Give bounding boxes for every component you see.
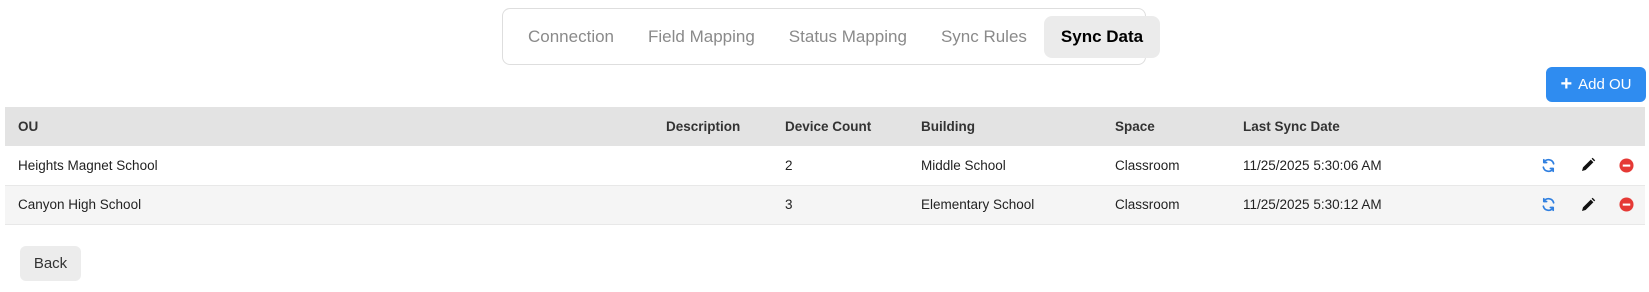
tab-sync-rules[interactable]: Sync Rules (924, 16, 1044, 58)
edit-pencil-icon[interactable] (1578, 155, 1598, 175)
row-actions (1523, 146, 1645, 185)
cell-space: Classroom (1115, 157, 1180, 173)
cell-description (666, 185, 785, 224)
column-header-building[interactable]: Building (921, 107, 1115, 146)
cell-building: Elementary School (921, 197, 1035, 212)
add-ou-button[interactable]: + Add OU (1546, 67, 1646, 102)
table-row: Canyon High School 3 Elementary School C… (5, 185, 1645, 224)
column-header-ou[interactable]: OU (5, 107, 666, 146)
column-header-space[interactable]: Space (1115, 107, 1243, 146)
column-header-device-count[interactable]: Device Count (785, 107, 921, 146)
cell-last-sync-date: 11/25/2025 5:30:12 AM (1243, 197, 1382, 212)
table-header-row: OU Description Device Count Building Spa… (5, 107, 1645, 146)
sync-icon[interactable] (1538, 195, 1558, 215)
tab-bar: Connection Field Mapping Status Mapping … (502, 8, 1161, 65)
table-row: Heights Magnet School 2 Middle School Cl… (5, 146, 1645, 185)
tab-status-mapping[interactable]: Status Mapping (772, 16, 924, 58)
cell-device-count: 2 (785, 157, 793, 173)
tab-field-mapping[interactable]: Field Mapping (631, 16, 772, 58)
column-header-actions (1523, 107, 1645, 146)
sync-icon[interactable] (1538, 155, 1558, 175)
cell-device-count: 3 (785, 197, 793, 212)
tab-connection[interactable]: Connection (511, 16, 631, 58)
column-header-description[interactable]: Description (666, 107, 785, 146)
remove-icon[interactable] (1617, 155, 1637, 175)
cell-ou: Heights Magnet School (18, 157, 158, 173)
cell-space: Classroom (1115, 197, 1180, 212)
add-ou-label: Add OU (1578, 76, 1632, 93)
row-actions (1523, 185, 1645, 224)
plus-icon: + (1560, 72, 1573, 95)
cell-ou: Canyon High School (18, 197, 142, 212)
tab-sync-data[interactable]: Sync Data (1043, 15, 1161, 58)
back-button[interactable]: Back (20, 246, 81, 281)
column-header-last-sync-date[interactable]: Last Sync Date (1243, 107, 1523, 146)
cell-description (666, 146, 785, 185)
remove-icon[interactable] (1617, 195, 1637, 215)
ou-table: OU Description Device Count Building Spa… (5, 107, 1645, 225)
edit-pencil-icon[interactable] (1578, 195, 1598, 215)
cell-building: Middle School (921, 157, 1006, 173)
cell-last-sync-date: 11/25/2025 5:30:06 AM (1243, 157, 1382, 173)
